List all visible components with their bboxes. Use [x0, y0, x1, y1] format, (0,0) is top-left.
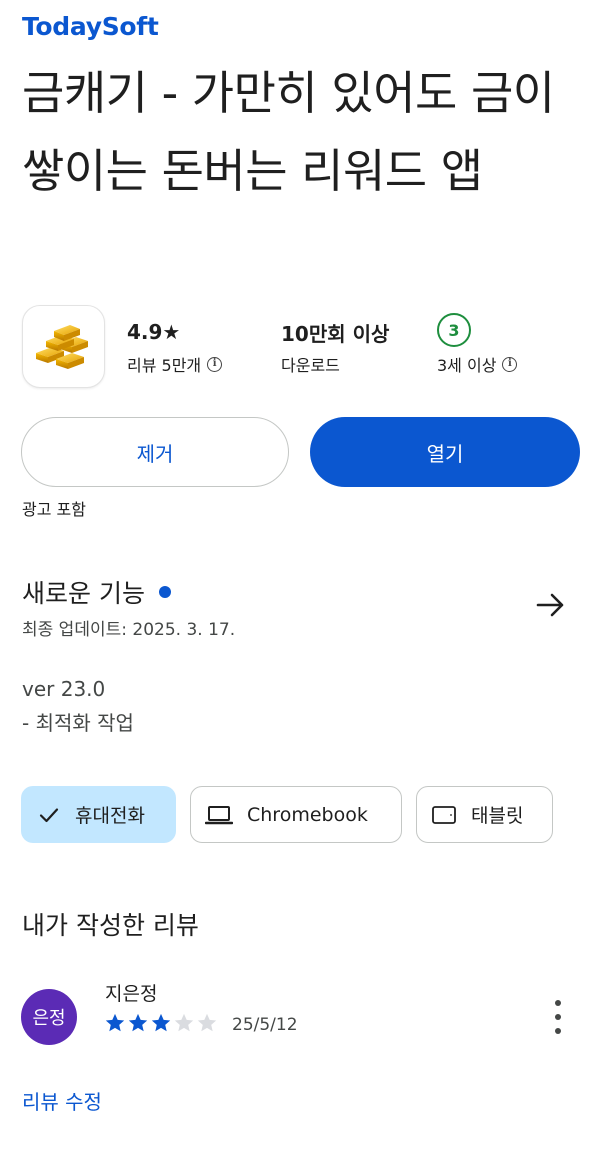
gold-bars-icon: [22, 305, 105, 388]
open-button[interactable]: 열기: [310, 417, 580, 487]
last-updated: 최종 업데이트: 2025. 3. 17.: [22, 620, 236, 640]
device-chip-chromebook[interactable]: Chromebook: [190, 786, 402, 843]
star-filled-icon: [151, 1013, 171, 1032]
release-notes-version: ver 23.0: [22, 677, 106, 701]
my-review-heading: 내가 작성한 리뷰: [22, 911, 199, 940]
avatar: 은정: [21, 989, 77, 1045]
age-rating-label: 3세 이상: [437, 356, 497, 375]
device-chip-label: Chromebook: [247, 803, 368, 826]
review-count: 리뷰 5만개: [127, 356, 202, 375]
review-date: 25/5/12: [232, 1015, 298, 1035]
whats-new-title: 새로운 기능: [22, 579, 145, 608]
app-title: 금캐기 - 가만히 있어도 금이 쌓이는 돈버는 리워드 앱: [22, 66, 555, 198]
downloads-label: 다운로드: [281, 356, 340, 375]
star-empty-icon: [174, 1013, 194, 1032]
downloads-stat: 10만회 이상 다운로드: [281, 318, 389, 376]
star-filled-icon: [128, 1013, 148, 1032]
contains-ads-note: 광고 포함: [22, 500, 86, 519]
star-rating: [104, 1012, 219, 1034]
tablet-icon: [432, 805, 456, 824]
check-icon: [39, 807, 59, 822]
star-empty-icon: [197, 1013, 217, 1032]
release-notes: ver 23.0 - 최적화 작업: [22, 672, 134, 740]
reviewer-name: 지은정: [105, 983, 158, 1005]
device-chip-phone[interactable]: 휴대전화: [21, 786, 176, 843]
whats-new-heading[interactable]: 새로운 기능: [22, 574, 171, 610]
more-vert-icon[interactable]: [548, 1000, 568, 1034]
age-rating-stat[interactable]: 3 3세 이상 i: [437, 313, 518, 376]
device-chip-label: 휴대전화: [75, 805, 145, 827]
uninstall-button[interactable]: 제거: [21, 417, 289, 487]
downloads-value: 10만회 이상: [281, 321, 390, 346]
device-chip-tablet[interactable]: 태블릿: [416, 786, 553, 843]
device-chip-label: 태블릿: [471, 805, 524, 827]
star-filled-icon: [105, 1013, 125, 1032]
laptop-icon: [205, 805, 233, 824]
rating-stat[interactable]: 4.9★ 리뷰 5만개 i: [127, 318, 223, 376]
age-rating-badge: 3: [437, 313, 471, 347]
developer-link[interactable]: TodaySoft: [22, 12, 159, 41]
info-icon[interactable]: i: [207, 356, 223, 372]
new-indicator-dot: [158, 586, 171, 598]
release-notes-detail: - 최적화 작업: [22, 711, 134, 735]
info-icon[interactable]: i: [502, 356, 518, 372]
edit-review-link[interactable]: 리뷰 수정: [22, 1086, 102, 1115]
arrow-right-icon[interactable]: [534, 588, 568, 622]
rating-value: 4.9★: [127, 320, 181, 344]
